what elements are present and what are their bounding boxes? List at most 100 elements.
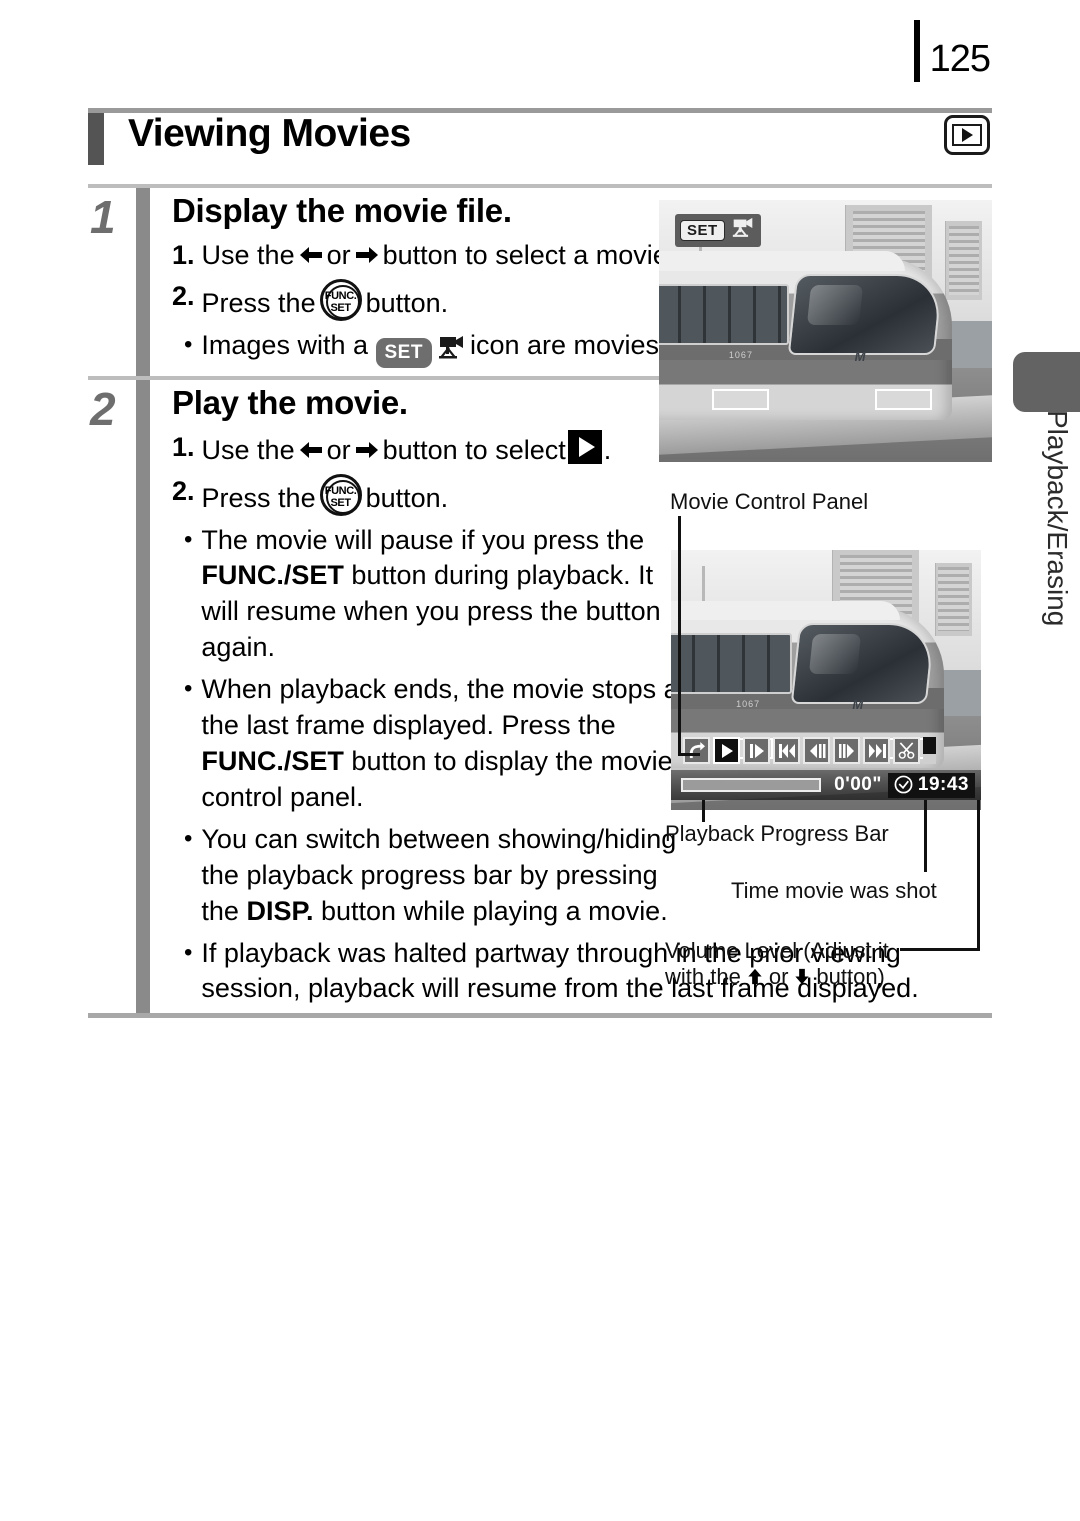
step-2-bullet-3: • You can switch between showing/hiding …: [172, 822, 692, 930]
callout-playback-progress-bar: Playback Progress Bar: [665, 821, 889, 846]
bullet-text-before: Images with a: [201, 329, 368, 360]
substep-text-after: button.: [365, 287, 449, 318]
bullet-text: Images with a SET icon are movies.: [201, 328, 680, 370]
bullet-dot: •: [184, 824, 193, 852]
bullet-text-after: icon are movies.: [469, 329, 667, 360]
callout-leader-volume-horizontal: [900, 948, 980, 951]
step-2-bullet-2: • When playback ends, the movie stops at…: [172, 672, 692, 816]
step-2-gutter: [136, 379, 150, 1014]
page-number: 125: [929, 38, 991, 80]
title-accent-bar: [88, 113, 104, 165]
substep-text-after: button.: [365, 482, 449, 513]
substep-text: Use the or button to select a movie.: [202, 238, 680, 274]
last-frame-button[interactable]: [863, 737, 890, 764]
step-1-gutter: [136, 188, 150, 376]
train-number: 1067: [736, 699, 761, 710]
step-1-substep-1: 1. Use the or button to select a movie.: [172, 238, 680, 274]
playback-progress-bar[interactable]: [681, 778, 821, 792]
playback-mode-icon-inner: [952, 124, 982, 146]
right-arrow-icon: [354, 244, 380, 266]
bullet-text: When playback ends, the movie stops at t…: [201, 674, 687, 812]
substep-text-after: button to select a movie.: [382, 240, 676, 270]
substep-trailing: .: [603, 434, 612, 465]
func-set-button-icon: FUNC. SET: [319, 278, 362, 321]
movie-camera-icon: [730, 217, 756, 244]
step-1-body: Display the movie file. 1. Use the or butt…: [150, 188, 680, 376]
step-1-bullet-1: • Images with a SET icon are movies.: [172, 328, 680, 370]
volume-level-indicator[interactable]: [923, 737, 936, 764]
left-arrow-icon: [298, 244, 324, 266]
substep-text: Press the FUNC. SET button.: [201, 473, 992, 517]
set-pill-icon: SET: [375, 337, 432, 369]
monorail-train: 1067 M: [659, 251, 953, 421]
step-2-bullet-1: • The movie will pause if you press the …: [172, 523, 692, 667]
callout-leader-volume-vertical: [977, 800, 980, 950]
left-arrow-icon: [298, 439, 324, 461]
clock-icon: [894, 775, 913, 794]
building-right: [945, 220, 982, 300]
shot-time: 19:43: [917, 773, 969, 795]
building-right: [934, 563, 972, 636]
substep-text-before: Use the: [201, 240, 295, 270]
first-frame-button[interactable]: [773, 737, 800, 764]
train-headlight-left: [712, 389, 769, 411]
step-2-substep-2: 2. Press the FUNC. SET button.: [172, 473, 992, 517]
substep-text-mid: or: [326, 240, 351, 270]
page-number-block: 125: [913, 20, 991, 82]
train-logo: M: [854, 348, 866, 364]
substep-text: Use the or button to select.: [201, 429, 717, 469]
substep-text-before: Use the: [201, 434, 295, 465]
substep-marker: 2.: [172, 280, 195, 311]
substep-marker: 2.: [172, 475, 195, 506]
photo-movie-thumbnail: 1067 M SET: [659, 200, 992, 462]
elapsed-time: 0'00": [834, 774, 882, 795]
step-1-substep-2: 2. Press the FUNC. SET button.: [172, 278, 680, 322]
set-badge-label: SET: [680, 220, 725, 241]
play-triangle-icon: [961, 128, 973, 142]
section-title-bar: Viewing Movies: [88, 108, 992, 170]
page-number-rule: [913, 20, 920, 82]
train-logo: M: [852, 697, 864, 713]
side-tab-label: Playback/Erasing: [1042, 410, 1073, 627]
train-windows: [659, 283, 789, 346]
up-arrow-icon: [744, 967, 766, 986]
callout-leader-progress-bar: [702, 800, 705, 822]
right-arrow-icon: [354, 439, 380, 461]
train-roof: [659, 251, 906, 271]
substep-marker: 1.: [172, 240, 195, 270]
bullet-dot: •: [184, 938, 193, 966]
slow-motion-button[interactable]: [743, 737, 770, 764]
train-number: 1067: [728, 350, 753, 361]
exit-button[interactable]: [683, 737, 710, 764]
train-headlight-right: [875, 389, 933, 411]
substep-text-before: Press the: [201, 482, 316, 513]
volume-line2-mid: or: [768, 964, 789, 989]
train-cab-window: [787, 273, 944, 356]
down-arrow-icon: [791, 967, 813, 986]
volume-track: [923, 754, 936, 764]
callout-movie-control-panel: Movie Control Panel: [670, 489, 869, 514]
substep-text-before: Press the: [201, 287, 316, 318]
movie-control-panel[interactable]: [683, 737, 975, 764]
train-cab-window: [790, 623, 936, 704]
step-divider-bottom: [88, 1013, 992, 1019]
previous-frame-button[interactable]: [803, 737, 830, 764]
bullet-dot: •: [184, 675, 193, 703]
next-frame-button[interactable]: [833, 737, 860, 764]
play-button[interactable]: [713, 737, 740, 764]
photo-movie-playback-screen: 1067 M 0'00" 19:43: [671, 550, 981, 810]
edit-button[interactable]: [893, 737, 920, 764]
shot-time-box: 19:43: [887, 772, 975, 798]
bullet-dot: •: [184, 525, 193, 553]
page-title: Viewing Movies: [128, 112, 411, 155]
side-tab-marker: [1013, 352, 1080, 412]
volume-fill: [923, 737, 936, 754]
manual-page: 125 Viewing Movies 1 Display the movie f…: [0, 0, 1080, 1521]
step-2-number: 2: [90, 382, 116, 435]
movie-camera-icon: [436, 334, 466, 370]
substep-marker: 1.: [172, 431, 195, 462]
playback-status-row: 0'00" 19:43: [671, 770, 981, 800]
callout-leader-control-panel-vertical: [678, 516, 681, 756]
bullet-text: The movie will pause if you press the FU…: [201, 524, 661, 663]
set-movie-badge: SET: [675, 214, 761, 247]
